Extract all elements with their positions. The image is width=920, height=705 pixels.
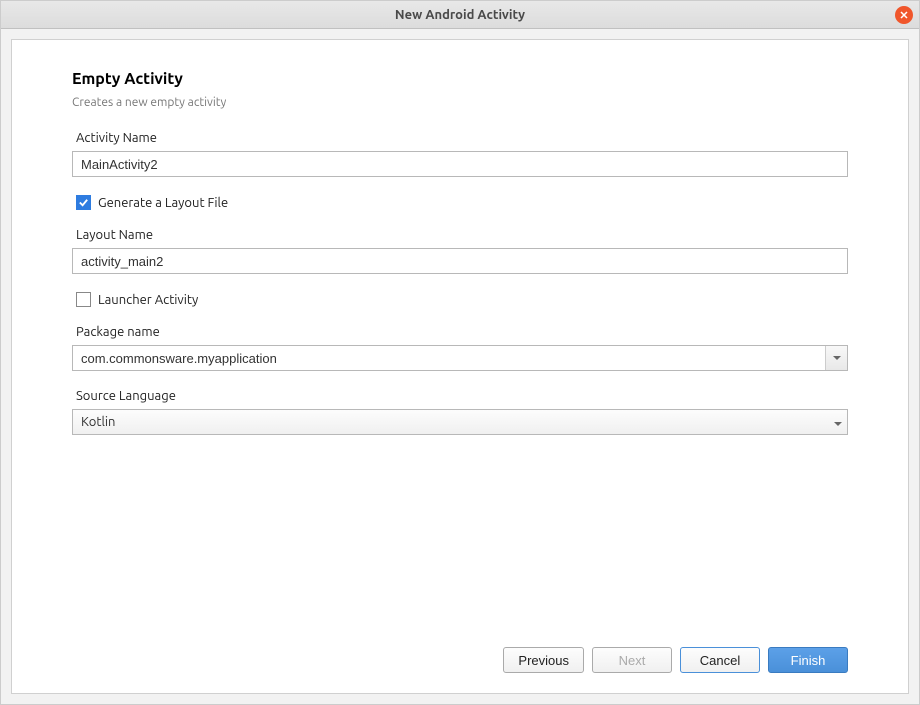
finish-button[interactable]: Finish — [768, 647, 848, 673]
dialog-window: New Android Activity Empty Activity Crea… — [0, 0, 920, 705]
previous-button[interactable]: Previous — [503, 647, 584, 673]
close-icon — [899, 10, 909, 20]
layout-name-input[interactable] — [72, 248, 848, 274]
source-language-label: Source Language — [76, 389, 848, 403]
activity-name-group: Activity Name — [72, 131, 848, 177]
activity-name-label: Activity Name — [76, 131, 848, 145]
close-button[interactable] — [895, 6, 913, 24]
button-bar: Previous Next Cancel Finish — [72, 635, 848, 673]
next-button: Next — [592, 647, 672, 673]
package-name-dropdown-button[interactable] — [825, 346, 847, 370]
generate-layout-label: Generate a Layout File — [98, 196, 228, 210]
form-area: Empty Activity Creates a new empty activ… — [72, 70, 848, 635]
launcher-row[interactable]: Launcher Activity — [76, 292, 848, 307]
package-name-label: Package name — [76, 325, 848, 339]
cancel-button[interactable]: Cancel — [680, 647, 760, 673]
package-name-input[interactable] — [72, 345, 848, 371]
layout-name-label: Layout Name — [76, 228, 848, 242]
source-language-select-wrapper: Kotlin — [72, 409, 848, 435]
source-language-select[interactable]: Kotlin — [72, 409, 848, 435]
source-language-value: Kotlin — [81, 415, 115, 429]
activity-name-input[interactable] — [72, 151, 848, 177]
generate-layout-row[interactable]: Generate a Layout File — [76, 195, 848, 210]
chevron-down-icon — [833, 356, 841, 361]
package-name-group: Package name — [72, 325, 848, 371]
check-icon — [78, 197, 89, 208]
source-language-group: Source Language Kotlin — [72, 389, 848, 435]
launcher-label: Launcher Activity — [98, 293, 198, 307]
launcher-checkbox[interactable] — [76, 292, 91, 307]
titlebar: New Android Activity — [1, 1, 919, 29]
content-panel: Empty Activity Creates a new empty activ… — [11, 39, 909, 694]
window-title: New Android Activity — [395, 8, 525, 22]
content-wrapper: Empty Activity Creates a new empty activ… — [1, 29, 919, 704]
layout-name-group: Layout Name — [72, 228, 848, 274]
page-subtitle: Creates a new empty activity — [72, 96, 848, 109]
page-title: Empty Activity — [72, 70, 848, 88]
package-name-combo — [72, 345, 848, 371]
generate-layout-checkbox[interactable] — [76, 195, 91, 210]
